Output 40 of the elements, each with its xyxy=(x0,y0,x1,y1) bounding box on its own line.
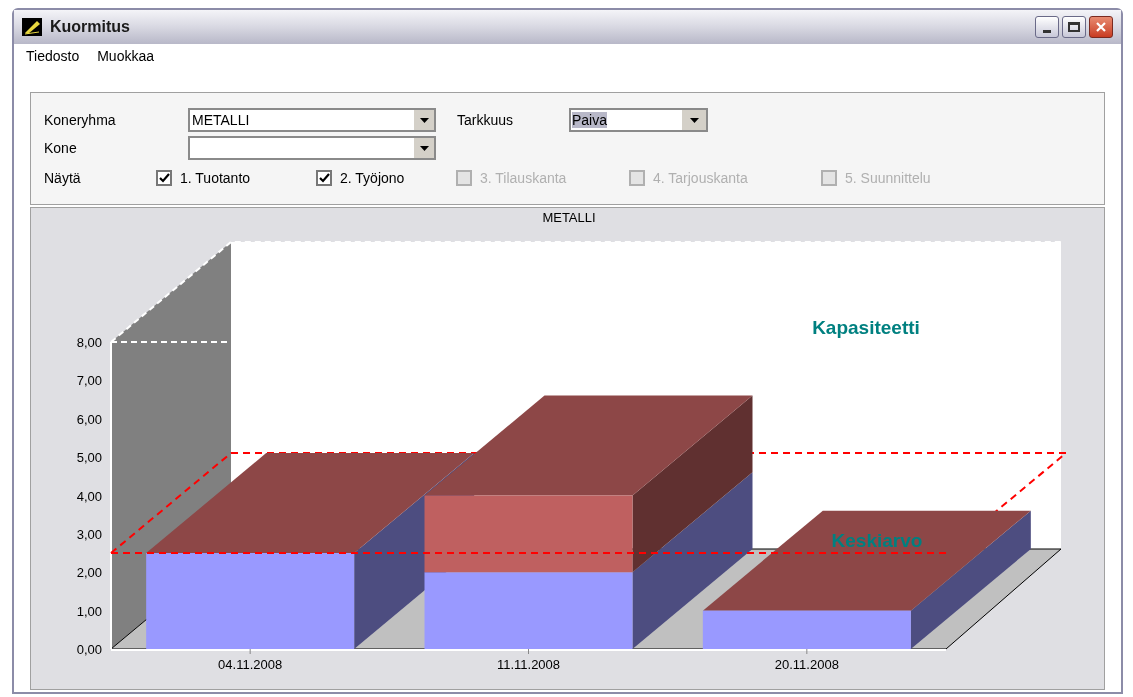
capacity-label: Kapasiteetti xyxy=(812,317,920,338)
average-label: Keskiarvo xyxy=(831,530,923,552)
dropdown[interactable]: Paiva xyxy=(569,108,708,132)
chart-title: METALLI xyxy=(542,210,596,225)
y-tick-label: 3,00 xyxy=(76,526,102,542)
y-tick-label: 5,00 xyxy=(76,450,102,466)
y-tick-label: 8,00 xyxy=(76,335,102,350)
dropdown-arrow-icon xyxy=(419,117,429,123)
pencil-icon xyxy=(22,18,42,36)
x-tick-label: 04.11.2008 xyxy=(218,657,283,672)
checkbox-label: 1. Tuotanto xyxy=(180,168,251,188)
field-label: Koneryhma xyxy=(44,110,117,130)
y-tick-label: 2,00 xyxy=(76,565,102,581)
checkbox[interactable] xyxy=(316,170,332,186)
checkbox-label: 5. Suunnittelu xyxy=(845,168,931,188)
checkbox-label: 3. Tilauskanta xyxy=(480,168,567,188)
field-label: Tarkkuus xyxy=(457,110,515,130)
minimize-button[interactable] xyxy=(1035,16,1059,38)
checkbox-label: 4. Tarjouskanta xyxy=(653,168,748,188)
dropdown-arrow-icon xyxy=(689,117,699,123)
maximize-button[interactable] xyxy=(1062,16,1086,38)
field-label: Kone xyxy=(44,138,78,158)
x-tick-label: 20.11.2008 xyxy=(774,657,839,672)
menu-item[interactable]: Tiedosto xyxy=(26,45,80,67)
dropdown[interactable]: METALLI xyxy=(188,108,436,132)
field-label: Näytä xyxy=(44,168,82,188)
y-tick-label: 4,00 xyxy=(76,488,102,504)
window-title: Kuormitus xyxy=(50,17,130,37)
close-button[interactable] xyxy=(1089,16,1113,38)
y-tick-label: 0,00 xyxy=(76,642,102,657)
checkbox[interactable] xyxy=(156,170,172,186)
y-tick-label: 1,00 xyxy=(76,603,102,619)
y-tick-label: 6,00 xyxy=(76,411,102,427)
y-tick-label: 7,00 xyxy=(76,373,102,389)
dropdown[interactable] xyxy=(188,136,436,160)
close-icon xyxy=(1095,21,1107,33)
checkbox-label: 2. Työjono xyxy=(340,168,405,188)
dropdown-arrow-icon xyxy=(419,145,429,151)
x-tick-label: 11.11.2008 xyxy=(496,657,561,672)
menu-item[interactable]: Muokkaa xyxy=(97,45,154,67)
